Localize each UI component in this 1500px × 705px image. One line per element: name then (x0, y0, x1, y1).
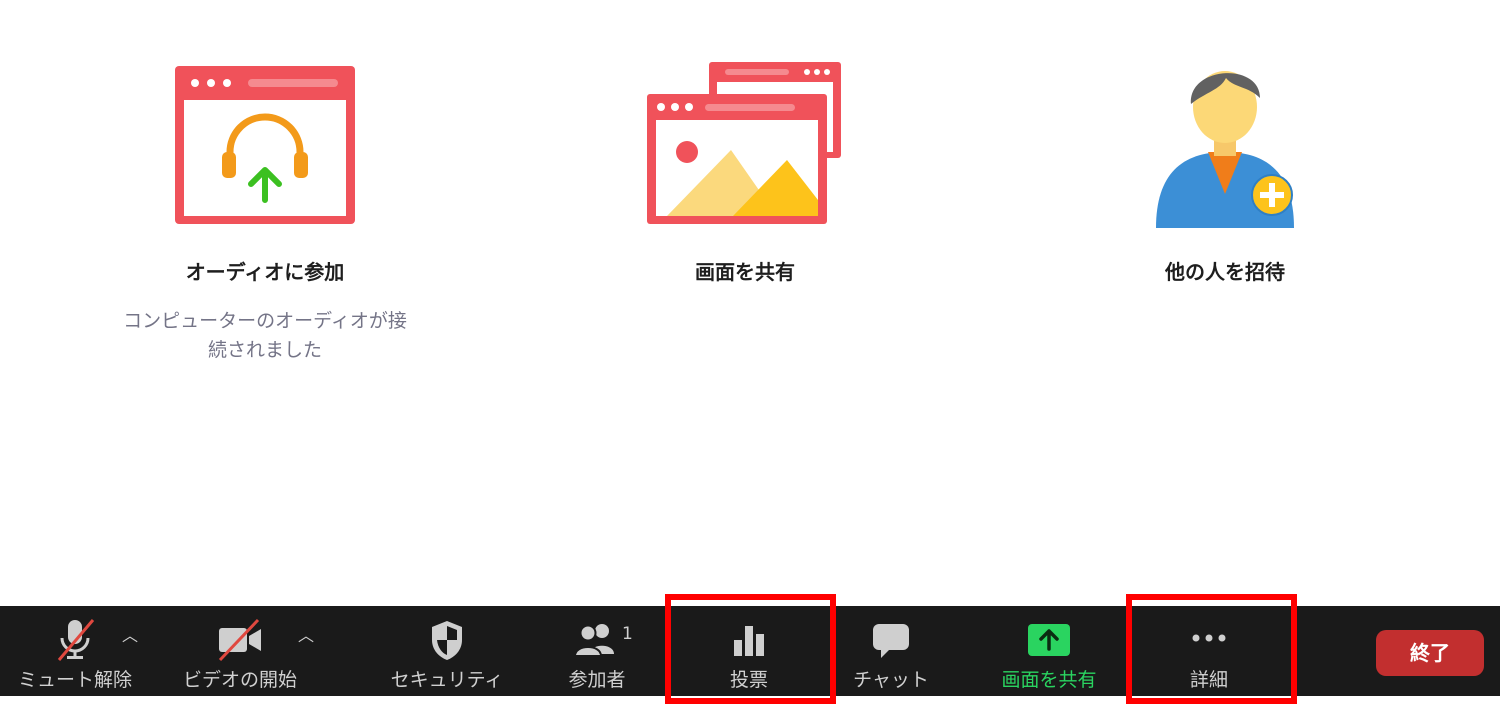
chat-bubble-icon (869, 618, 913, 666)
participants-button[interactable]: 1 参加者 (522, 606, 672, 696)
audio-status-line-1: コンピューターのオーディオが接 (123, 310, 407, 332)
chat-label: チャット (853, 669, 929, 691)
join-audio-card[interactable]: オーディオに参加 コンピューターのオーディオが接 続されました (110, 60, 420, 365)
unmute-button[interactable]: ミュート解除 (0, 606, 150, 696)
share-screen-arrow-icon (1026, 618, 1072, 666)
chat-button[interactable]: チャット (816, 606, 966, 696)
audio-status-line-2: 続されました (207, 339, 322, 361)
join-audio-title[interactable]: オーディオに参加 (110, 256, 420, 285)
video-off-camera-icon (216, 618, 264, 666)
shield-icon (427, 618, 467, 666)
video-options-chevron-up-icon[interactable]: ︿ (298, 622, 314, 646)
unmute-label: ミュート解除 (17, 669, 132, 691)
muted-microphone-icon (53, 618, 97, 666)
security-button[interactable]: セキュリティ (372, 606, 522, 696)
share-screen-windows-icon[interactable] (645, 60, 845, 228)
participants-label: 参加者 (568, 669, 626, 691)
share-screen-card[interactable]: 画面を共有 (600, 60, 890, 285)
more-highlight-box (1126, 594, 1297, 704)
security-label: セキュリティ (390, 669, 504, 691)
audio-options-chevron-up-icon[interactable]: ︿ (122, 622, 138, 646)
share-screen-title[interactable]: 画面を共有 (600, 256, 890, 285)
invite-others-card[interactable]: 他の人を招待 (1080, 52, 1370, 285)
start-video-label: ビデオの開始 (182, 669, 297, 691)
polls-highlight-box (665, 594, 836, 704)
invite-others-title[interactable]: 他の人を招待 (1080, 256, 1370, 285)
invite-person-icon[interactable] (1140, 52, 1310, 228)
participants-count: 1 (622, 624, 633, 644)
share-screen-label: 画面を共有 (1001, 669, 1097, 691)
end-meeting-button[interactable]: 終了 (1376, 630, 1484, 676)
share-screen-button[interactable]: 画面を共有 (974, 606, 1124, 696)
start-video-button[interactable]: ビデオの開始 (165, 606, 315, 696)
headphones-window-icon[interactable] (173, 60, 357, 228)
participants-icon (572, 618, 622, 666)
